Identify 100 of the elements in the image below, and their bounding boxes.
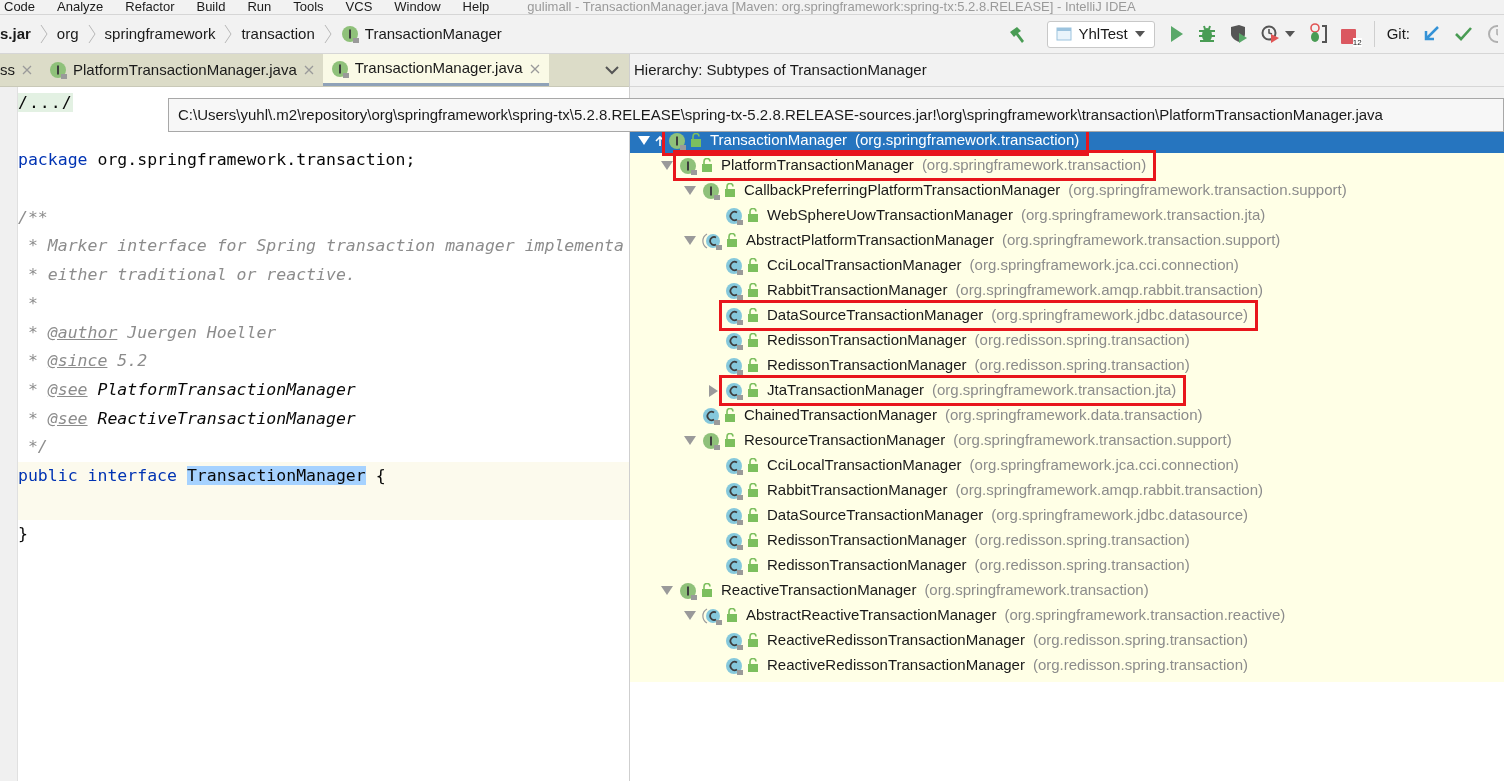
abstract-class-icon <box>702 231 722 250</box>
tree-row[interactable]: CallbackPreferringPlatformTransactionManager (org.springframework.transaction.support) <box>630 178 1504 203</box>
run-config-dropdown[interactable]: YhlTest <box>1047 20 1155 48</box>
menu-item[interactable]: Build <box>196 0 226 14</box>
tree-row[interactable]: ReactiveRedissonTransactionManager (org.redisson.spring.transaction) <box>630 628 1504 653</box>
code-line: * Marker interface for Spring transaction manager implementa <box>26 235 624 258</box>
package-name: (org.springframework.amqp.rabbit.transaction) <box>955 480 1263 501</box>
close-icon[interactable] <box>528 62 541 75</box>
code-line: * either traditional or reactive. <box>26 264 356 287</box>
breadcrumb-item[interactable]: TransactionManager <box>332 22 510 46</box>
package-name: (org.redisson.spring.transaction) <box>974 555 1190 576</box>
history-icon[interactable] <box>1486 24 1498 44</box>
menu-item[interactable]: VCS <box>345 0 373 14</box>
package-name: (org.redisson.spring.transaction) <box>1032 655 1249 676</box>
lock-icon <box>701 583 713 598</box>
interface-icon <box>702 431 720 450</box>
class-icon <box>702 406 720 425</box>
expand-arrow-icon[interactable] <box>684 435 696 446</box>
lock-icon <box>726 233 738 248</box>
class-name: RedissonTransactionManager <box>767 555 967 576</box>
expand-arrow-icon[interactable] <box>661 160 673 171</box>
expand-arrow-icon[interactable] <box>638 135 650 146</box>
menu-item[interactable]: Help <box>462 0 490 14</box>
breadcrumb-item[interactable]: transaction <box>233 22 323 46</box>
class-name: AbstractPlatformTransactionManager <box>746 230 994 251</box>
tree-row[interactable]: ResourceTransactionManager (org.springframework.transaction.support) <box>630 428 1504 453</box>
menu-item[interactable]: Refactor <box>125 0 175 14</box>
collapse-arrow-icon[interactable] <box>707 384 719 397</box>
lock-icon <box>701 158 713 173</box>
class-icon <box>725 356 743 375</box>
menu-item[interactable]: Window <box>394 0 441 14</box>
tree-row[interactable]: RabbitTransactionManager (org.springframework.amqp.rabbit.transaction) <box>630 478 1504 503</box>
tree-row[interactable]: AbstractPlatformTransactionManager (org.springframework.transaction.support) <box>630 228 1504 253</box>
breadcrumb-item[interactable]: springframework <box>96 22 224 46</box>
tree-row[interactable]: CciLocalTransactionManager (org.springframework.jca.cci.connection) <box>630 253 1504 278</box>
package-name: (org.springframework.transaction.jta) <box>1020 205 1266 226</box>
close-icon[interactable] <box>21 64 33 76</box>
caret-icon[interactable] <box>1283 29 1296 39</box>
breadcrumb-item[interactable]: s.jar <box>0 22 39 46</box>
package-name: (org.springframework.jdbc.datasource) <box>991 305 1248 326</box>
chevron-down-icon[interactable] <box>605 65 619 75</box>
menu-item[interactable]: Code <box>4 0 36 14</box>
class-icon <box>725 456 743 475</box>
tree-row[interactable]: JtaTransactionManager (org.springframework.transaction.jta) <box>630 378 1504 403</box>
menu-item[interactable]: Run <box>247 0 272 14</box>
package-name: (org.springframework.transaction) <box>855 130 1080 151</box>
tree-row[interactable]: PlatformTransactionManager (org.springframework.transaction) <box>630 153 1504 178</box>
expand-arrow-icon[interactable] <box>684 610 696 621</box>
editor-tab[interactable]: TransactionManager.java <box>322 54 549 86</box>
lock-icon <box>747 633 759 648</box>
panel-title: Hierarchy: Subtypes of TransactionManager <box>634 59 927 80</box>
tree-row[interactable]: AbstractReactiveTransactionManager (org.springframework.transaction.reactive) <box>630 603 1504 628</box>
tree-row[interactable]: WebSphereUowTransactionManager (org.springframework.transaction.jta) <box>630 203 1504 228</box>
tree-row[interactable]: CciLocalTransactionManager (org.springframework.jca.cci.connection) <box>630 453 1504 478</box>
interface-icon <box>679 156 697 175</box>
expand-arrow-icon[interactable] <box>684 235 696 246</box>
class-name: DataSourceTransactionManager <box>767 505 984 526</box>
code-line: * @since 5.2 <box>26 350 148 373</box>
chevron-icon <box>86 24 97 44</box>
menu-item[interactable]: Analyze <box>57 0 104 14</box>
package-name: (org.springframework.jca.cci.connection) <box>969 255 1239 276</box>
package-name: (org.springframework.amqp.rabbit.transaction) <box>955 280 1263 301</box>
package-name: (org.springframework.transaction) <box>924 580 1149 601</box>
package-name: (org.springframework.transaction) <box>921 155 1147 176</box>
class-name: ReactiveTransactionManager <box>721 580 917 601</box>
tree-row[interactable]: RedissonTransactionManager (org.redisson.spring.transaction) <box>630 353 1504 378</box>
tree-row[interactable]: DataSourceTransactionManager (org.springframework.jdbc.datasource) <box>630 303 1504 328</box>
close-icon[interactable] <box>302 64 315 76</box>
coverage-icon[interactable] <box>1228 24 1249 44</box>
lock-icon <box>747 483 759 498</box>
window-title: gulimall - TransactionManager.java [Maven: org.springframework:spring-tx:5.2.8.RELEASE] - IntelliJ IDEA <box>527 0 1136 14</box>
stop-debug-icon[interactable] <box>1307 23 1328 45</box>
class-name: RabbitTransactionManager <box>767 280 948 301</box>
tree-row[interactable]: ChainedTransactionManager (org.springframework.data.transaction) <box>630 403 1504 428</box>
class-name: ChainedTransactionManager <box>744 405 937 426</box>
class-name: RedissonTransactionManager <box>767 355 967 376</box>
package-name: (org.springframework.jdbc.datasource) <box>991 505 1248 526</box>
expand-arrow-icon[interactable] <box>684 185 696 196</box>
tree-row[interactable]: DataSourceTransactionManager (org.springframework.jdbc.datasource) <box>630 503 1504 528</box>
class-icon <box>725 556 743 575</box>
code-line: } <box>18 522 28 545</box>
class-name: TransactionManager <box>710 130 847 151</box>
menu-item[interactable]: Tools <box>293 0 324 14</box>
package-name: (org.redisson.spring.transaction) <box>1032 630 1249 651</box>
package-name: (org.springframework.data.transaction) <box>944 405 1203 426</box>
tree-row[interactable]: RedissonTransactionManager (org.redisson.spring.transaction) <box>630 528 1504 553</box>
tree-row[interactable]: ReactiveTransactionManager (org.springframework.transaction) <box>630 578 1504 603</box>
tree-row[interactable]: RedissonTransactionManager (org.redisson.spring.transaction) <box>630 553 1504 578</box>
bug-icon[interactable] <box>1196 24 1217 44</box>
profiler-icon[interactable] <box>1260 24 1281 44</box>
abstract-class-icon <box>702 606 722 625</box>
expand-arrow-icon[interactable] <box>661 585 673 596</box>
breadcrumb-item[interactable]: org <box>48 22 87 46</box>
package-name: (org.springframework.jca.cci.connection) <box>969 455 1239 476</box>
package-name: (org.springframework.transaction.jta) <box>932 380 1177 401</box>
caret-icon <box>1133 29 1146 39</box>
tree-row[interactable]: ReactiveRedissonTransactionManager (org.redisson.spring.transaction) <box>630 653 1504 678</box>
tree-row[interactable]: RedissonTransactionManager (org.redisson.spring.transaction) <box>630 328 1504 353</box>
tree-row[interactable]: RabbitTransactionManager (org.springframework.amqp.rabbit.transaction) <box>630 278 1504 303</box>
class-icon <box>725 306 743 325</box>
